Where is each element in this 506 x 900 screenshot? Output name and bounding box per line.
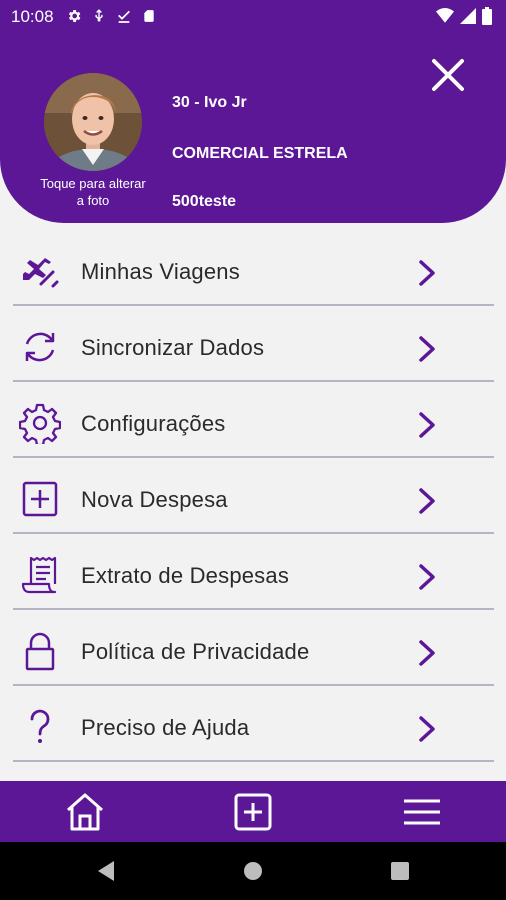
status-icons-right	[436, 7, 492, 25]
menu-list: Minhas Viagens Sincronizar Dados Configu…	[13, 230, 494, 762]
menu-label: Nova Despesa	[81, 487, 228, 512]
status-bar: 10:08	[0, 0, 506, 34]
menu-label: Minhas Viagens	[81, 259, 240, 284]
signal-icon	[460, 8, 476, 24]
menu-label: Extrato de Despesas	[81, 563, 290, 588]
recents-square-icon	[391, 862, 409, 880]
gear-icon	[19, 403, 61, 444]
wifi-icon	[436, 8, 454, 23]
chevron-right-icon	[419, 260, 435, 286]
company-name: COMERCIAL ESTRELA	[172, 145, 348, 162]
user-code: 500teste	[172, 193, 237, 210]
sync-icon	[25, 332, 55, 362]
menu-label: Configurações	[81, 411, 226, 436]
download-done-icon	[118, 10, 130, 23]
bottom-nav	[0, 781, 506, 842]
back-button[interactable]	[94, 858, 120, 884]
avatar[interactable]	[44, 73, 142, 171]
recents-button[interactable]	[387, 858, 413, 884]
back-triangle-icon	[98, 861, 114, 881]
menu-item-sincronizar-dados[interactable]: Sincronizar Dados	[13, 306, 494, 382]
user-id-name: 30 - Ivo Jr	[172, 94, 247, 111]
chevron-right-icon	[419, 336, 435, 362]
usb-icon	[95, 9, 103, 22]
home-circle-icon	[244, 862, 262, 880]
question-icon	[30, 709, 50, 743]
chevron-right-icon	[419, 716, 435, 742]
menu-item-preciso-de-ajuda[interactable]: Preciso de Ajuda	[13, 686, 494, 762]
close-icon	[432, 59, 464, 91]
chevron-right-icon	[419, 564, 435, 590]
menu-item-extrato-de-despesas[interactable]: Extrato de Despesas	[13, 534, 494, 610]
status-icons-left	[66, 8, 156, 24]
home-icon	[67, 793, 103, 831]
person-photo	[44, 73, 142, 171]
menu-item-configuracoes[interactable]: Configurações	[13, 382, 494, 458]
status-time: 10:08	[11, 7, 54, 26]
menu-label: Preciso de Ajuda	[81, 715, 250, 740]
add-box-icon	[22, 481, 58, 517]
battery-icon	[482, 7, 492, 25]
profile-header: Toque para alterar a foto 30 - Ivo Jr CO…	[0, 34, 506, 223]
menu-icon	[404, 799, 440, 825]
menu-label: Política de Privacidade	[81, 639, 310, 664]
menu-item-minhas-viagens[interactable]: Minhas Viagens	[13, 230, 494, 306]
nav-menu-button[interactable]	[400, 790, 444, 834]
home-system-button[interactable]	[240, 858, 266, 884]
nav-add-button[interactable]	[231, 790, 275, 834]
chevron-right-icon	[419, 412, 435, 438]
gear-icon	[68, 10, 81, 22]
receipt-icon	[21, 556, 57, 594]
close-button[interactable]	[426, 53, 470, 97]
lock-icon	[25, 632, 55, 671]
menu-label: Sincronizar Dados	[81, 335, 265, 360]
chevron-right-icon	[419, 640, 435, 666]
menu-item-nova-despesa[interactable]: Nova Despesa	[13, 458, 494, 534]
menu-item-politica-de-privacidade[interactable]: Política de Privacidade	[13, 610, 494, 686]
avatar-caption[interactable]: Toque para alterar a foto	[40, 175, 146, 209]
airplane-icon	[23, 258, 59, 288]
system-nav-bar	[0, 842, 506, 900]
sd-card-icon	[144, 10, 154, 22]
nav-home-button[interactable]	[63, 790, 107, 834]
add-box-icon	[234, 793, 272, 831]
chevron-right-icon	[419, 488, 435, 514]
